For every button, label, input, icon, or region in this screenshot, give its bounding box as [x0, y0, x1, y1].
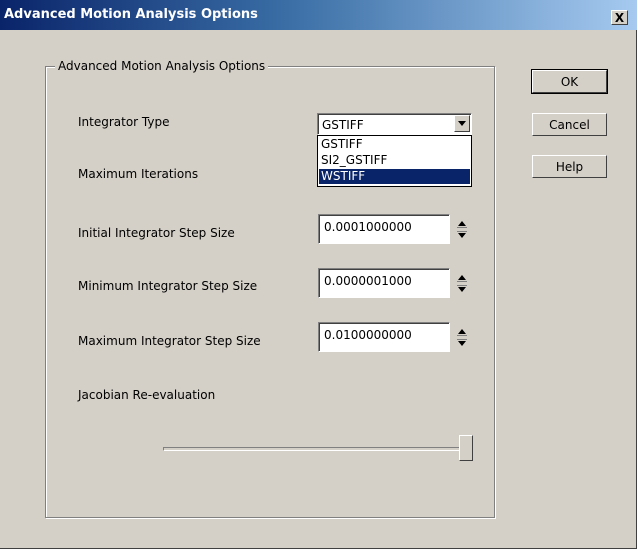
integrator-type-combo[interactable]: GSTIFF — [317, 113, 472, 135]
spin-up-icon[interactable] — [455, 326, 469, 337]
spin-up-icon[interactable] — [455, 218, 469, 229]
ok-button[interactable]: OK — [531, 69, 608, 94]
max-iterations-label: Maximum Iterations — [78, 167, 199, 181]
title-bar[interactable]: Advanced Motion Analysis Options X — [0, 0, 637, 30]
close-button[interactable]: X — [611, 10, 628, 25]
dropdown-option-gstiff[interactable]: GSTIFF — [319, 137, 470, 152]
max-step-input[interactable]: 0.0100000000 — [318, 322, 450, 352]
window-title: Advanced Motion Analysis Options — [4, 7, 258, 22]
combo-dropdown-button[interactable] — [454, 115, 470, 132]
spin-down-icon[interactable] — [455, 337, 469, 348]
min-step-input[interactable]: 0.0000001000 — [318, 268, 450, 298]
spin-down-icon[interactable] — [455, 229, 469, 240]
initial-step-label: Initial Integrator Step Size — [78, 226, 235, 240]
close-icon: X — [614, 10, 625, 25]
dropdown-option-si2-gstiff[interactable]: SI2_GSTIFF — [319, 153, 470, 168]
dropdown-option-wstiff[interactable]: WSTIFF — [319, 169, 470, 184]
initial-step-input[interactable]: 0.0001000000 — [318, 214, 450, 244]
jacobian-slider-thumb[interactable] — [459, 435, 473, 461]
triangle-down-icon — [458, 121, 466, 126]
jacobian-label: Jacobian Re-evaluation — [78, 388, 216, 402]
integrator-type-value: GSTIFF — [322, 118, 364, 132]
help-button-label: Help — [555, 159, 584, 174]
cancel-button[interactable]: Cancel — [532, 113, 607, 136]
ok-button-label: OK — [560, 74, 579, 89]
cancel-button-label: Cancel — [549, 117, 590, 132]
initial-step-value: 0.0001000000 — [324, 220, 412, 234]
spin-up-icon[interactable] — [455, 272, 469, 283]
min-step-label: Minimum Integrator Step Size — [78, 279, 258, 293]
integrator-type-dropdown-list: GSTIFF SI2_GSTIFF WSTIFF — [317, 135, 472, 187]
max-step-spinner[interactable] — [455, 326, 469, 348]
initial-step-spinner[interactable] — [455, 218, 469, 240]
min-step-spinner[interactable] — [455, 272, 469, 294]
spin-down-icon[interactable] — [455, 283, 469, 294]
group-box-legend: Advanced Motion Analysis Options — [55, 59, 269, 73]
help-button[interactable]: Help — [532, 155, 607, 178]
min-step-value: 0.0000001000 — [324, 274, 412, 288]
integrator-type-label: Integrator Type — [78, 115, 170, 129]
dialog-window: Advanced Motion Analysis Options X Advan… — [0, 0, 637, 549]
max-step-value: 0.0100000000 — [324, 328, 412, 342]
jacobian-slider-track[interactable] — [163, 447, 463, 451]
max-step-label: Maximum Integrator Step Size — [78, 334, 261, 348]
